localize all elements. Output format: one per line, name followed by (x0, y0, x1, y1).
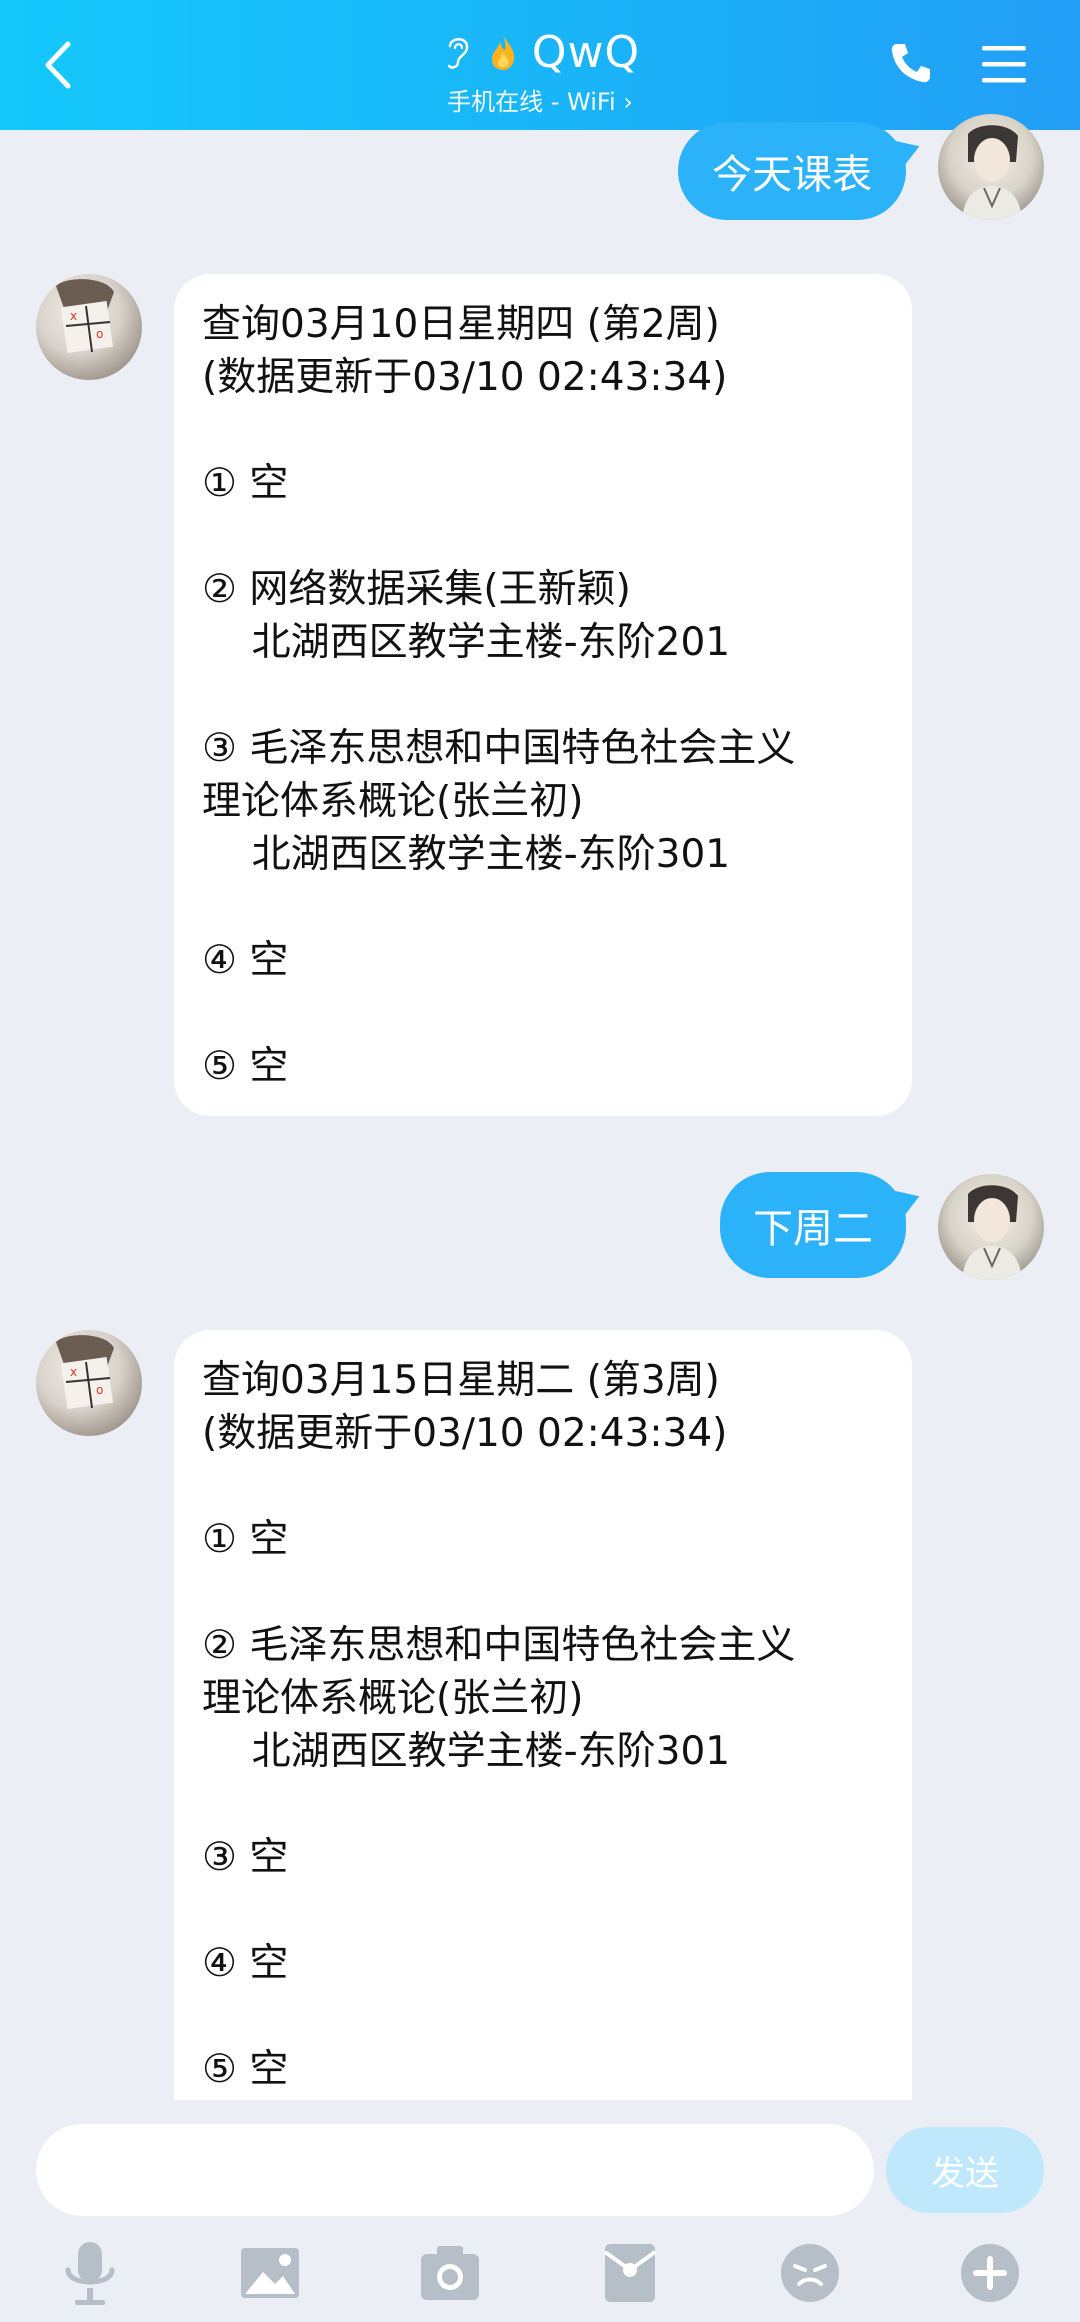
emoji-icon[interactable] (775, 2238, 845, 2308)
chat-title: QwQ (531, 26, 641, 78)
svg-text:x: x (70, 1365, 77, 1379)
message-line: ① 空 (202, 461, 289, 506)
message-text: 今天课表 (712, 152, 872, 198)
message-line: (数据更新于03/10 02:43:34) (202, 1411, 728, 1456)
user-message-bubble[interactable]: 今天课表 (678, 122, 906, 220)
user-avatar[interactable] (938, 114, 1044, 220)
svg-text:x: x (70, 309, 77, 323)
message-line: ① 空 (202, 1517, 289, 1562)
message-input[interactable] (36, 2124, 874, 2216)
bottom-toolbar (0, 2230, 1080, 2322)
message-line: ④ 空 (202, 1941, 289, 1986)
menu-icon[interactable] (980, 42, 1028, 86)
message-line: ② 毛泽东思想和中国特色社会主义 (202, 1623, 796, 1668)
message-line: ④ 空 (202, 938, 289, 983)
user-message-bubble[interactable]: 下周二 (720, 1172, 906, 1278)
message-line: ③ 毛泽东思想和中国特色社会主义 (202, 726, 796, 771)
message-line: (数据更新于03/10 02:43:34) (202, 355, 728, 400)
message-line: ⑤ 空 (202, 1044, 289, 1089)
message-line: 查询03月15日星期二 (第3周) (202, 1358, 720, 1403)
message-line: ② 网络数据采集(王新颖) (202, 567, 631, 612)
bot-avatar[interactable]: x o (36, 274, 142, 380)
bot-message-bubble[interactable]: 查询03月15日星期二 (第3周) (数据更新于03/10 02:43:34) ① … (174, 1330, 912, 2100)
image-icon[interactable] (235, 2238, 305, 2308)
ear-icon[interactable] (440, 32, 474, 72)
flame-icon (491, 35, 514, 70)
camera-icon[interactable] (415, 2238, 485, 2308)
message-line: 理论体系概论(张兰初) (202, 779, 584, 824)
plus-icon[interactable] (955, 2238, 1025, 2308)
message-line: 理论体系概论(张兰初) (202, 1676, 584, 1721)
phone-icon[interactable] (888, 40, 934, 86)
svg-text:o: o (96, 1383, 103, 1397)
message-line: 北湖西区教学主楼-东阶301 (202, 832, 731, 877)
red-packet-icon[interactable] (595, 2238, 665, 2308)
mic-icon[interactable] (55, 2238, 125, 2308)
message-line: 北湖西区教学主楼-东阶201 (202, 620, 731, 665)
user-avatar[interactable] (938, 1174, 1044, 1280)
message-line: ③ 空 (202, 1835, 289, 1880)
bot-avatar[interactable]: x o (36, 1330, 142, 1436)
online-status[interactable]: 手机在线 - WiFi › (0, 82, 1080, 117)
message-line: 查询03月10日星期四 (第2周) (202, 302, 720, 347)
message-line: 北湖西区教学主楼-东阶301 (202, 1729, 731, 1774)
chat-header: QwQ 手机在线 - WiFi › (0, 0, 1080, 130)
message-text: 下周二 (753, 1206, 873, 1252)
bot-message-bubble[interactable]: 查询03月10日星期四 (第2周) (数据更新于03/10 02:43:34) ① … (174, 274, 912, 1116)
message-line: ⑤ 空 (202, 2047, 289, 2092)
svg-text:o: o (96, 327, 103, 341)
send-button[interactable]: 发送 (886, 2127, 1044, 2213)
